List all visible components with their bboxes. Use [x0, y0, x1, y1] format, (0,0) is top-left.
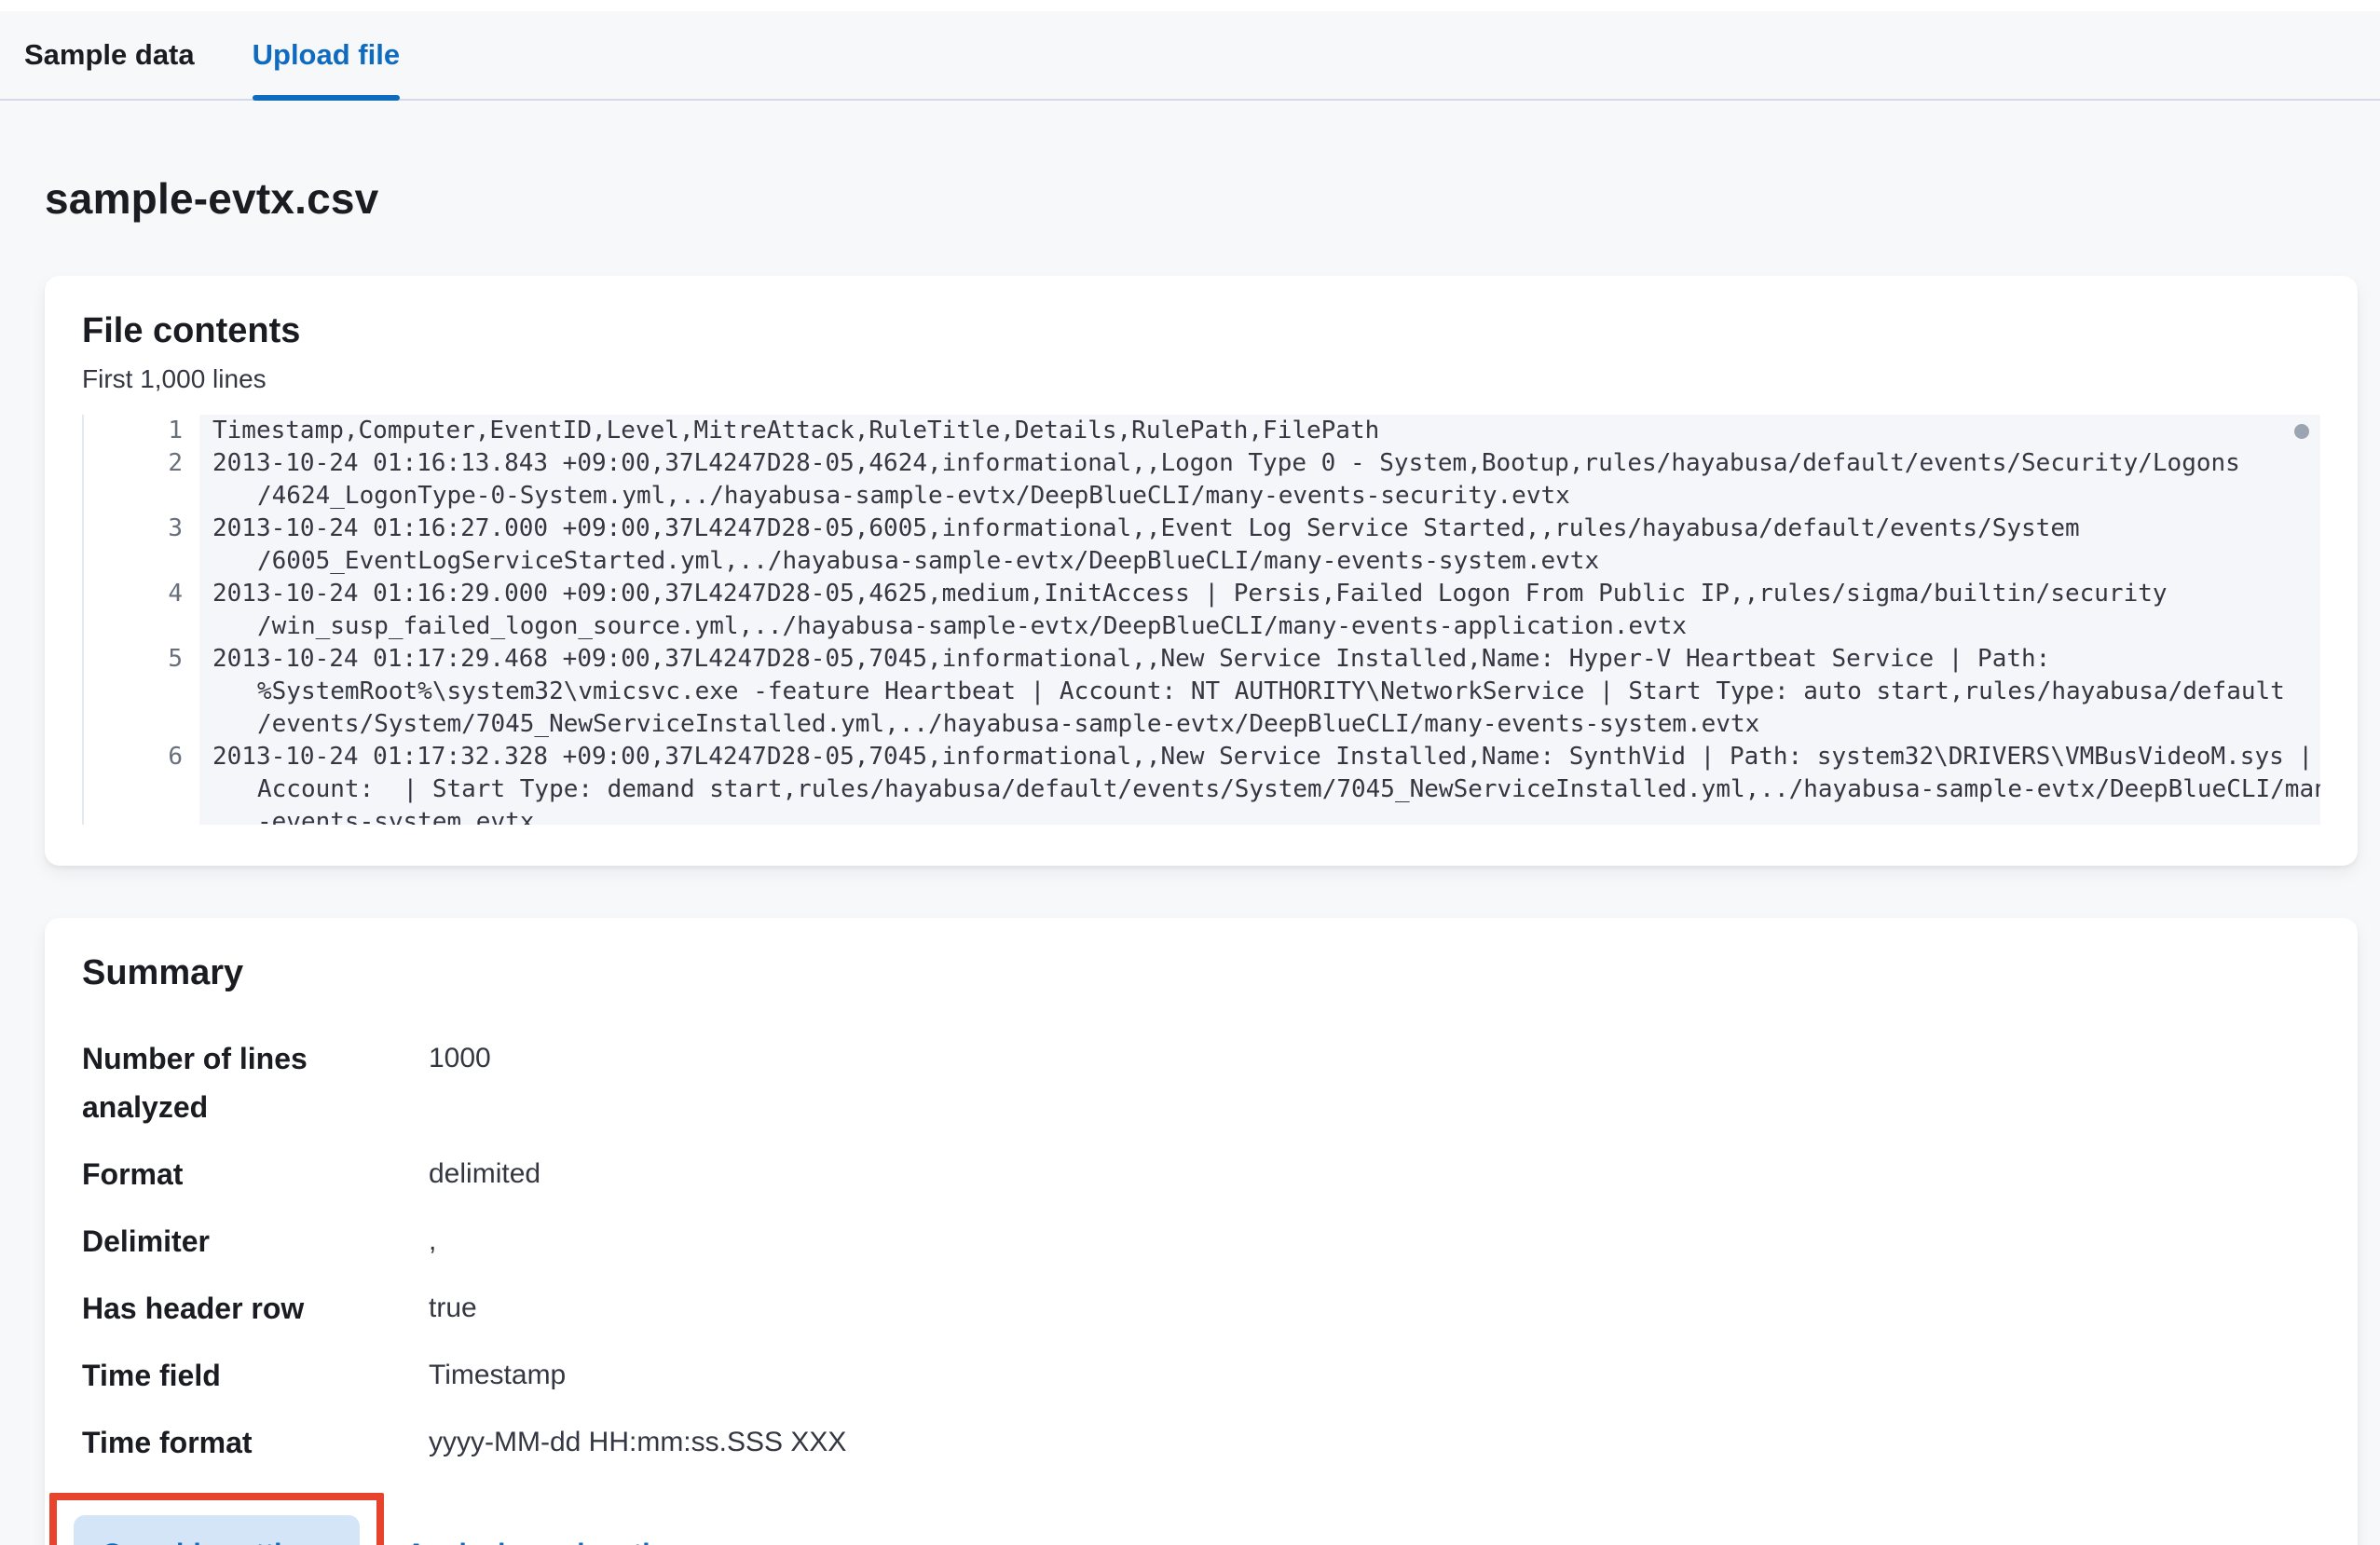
line-number: 6 — [84, 741, 199, 773]
code-text: /win_susp_failed_logon_source.yml,../hay… — [199, 610, 2320, 643]
line-number — [84, 676, 199, 708]
code-row: -events-system.evtx — [84, 806, 2320, 825]
summary-row-label: Time format — [82, 1418, 429, 1467]
code-text: 2013-10-24 01:17:32.328 +09:00,37L4247D2… — [199, 741, 2320, 773]
code-text: 2013-10-24 01:16:13.843 +09:00,37L4247D2… — [199, 447, 2320, 480]
code-row: 62013-10-24 01:17:32.328 +09:00,37L4247D… — [84, 741, 2320, 773]
code-row: /6005_EventLogServiceStarted.yml,../haya… — [84, 545, 2320, 578]
summary-row: Time formatyyyy-MM-dd HH:mm:ss.SSS XXX — [82, 1409, 2320, 1476]
code-row: Account: | Start Type: demand start,rule… — [84, 773, 2320, 806]
line-number: 1 — [84, 415, 199, 447]
tab-upload-file[interactable]: Upload file — [253, 11, 400, 99]
code-row: 52013-10-24 01:17:29.468 +09:00,37L4247D… — [84, 643, 2320, 676]
line-number: 3 — [84, 513, 199, 545]
code-text: Account: | Start Type: demand start,rule… — [199, 773, 2320, 806]
file-contents-heading: File contents — [82, 311, 2320, 351]
summary-heading: Summary — [82, 953, 2320, 993]
scrollbar-thumb[interactable] — [2294, 424, 2309, 439]
summary-row: Time fieldTimestamp — [82, 1342, 2320, 1409]
code-row: 32013-10-24 01:16:27.000 +09:00,37L4247D… — [84, 513, 2320, 545]
code-text: /events/System/7045_NewServiceInstalled.… — [199, 708, 2320, 741]
summary-row: Delimiter, — [82, 1208, 2320, 1275]
summary-row-label: Delimiter — [82, 1217, 429, 1265]
summary-row-value: Timestamp — [429, 1351, 2320, 1400]
code-text: %SystemRoot%\system32\vmicsvc.exe -featu… — [199, 676, 2320, 708]
page-title: sample-evtx.csv — [45, 173, 2358, 224]
top-strip — [0, 0, 2380, 11]
summary-row-value: yyyy-MM-dd HH:mm:ss.SSS XXX — [429, 1418, 2320, 1467]
file-contents-card: File contents First 1,000 lines 1Timesta… — [45, 276, 2358, 866]
line-number — [84, 545, 199, 578]
override-settings-button[interactable]: Override settings — [74, 1515, 360, 1545]
code-text: 2013-10-24 01:16:27.000 +09:00,37L4247D2… — [199, 513, 2320, 545]
summary-actions: Override settings Analysis explanation — [82, 1493, 2320, 1545]
line-number: 5 — [84, 643, 199, 676]
main-content: sample-evtx.csv File contents First 1,00… — [45, 173, 2358, 1545]
code-text: /6005_EventLogServiceStarted.yml,../haya… — [199, 545, 2320, 578]
line-number — [84, 610, 199, 643]
analysis-explanation-link[interactable]: Analysis explanation — [406, 1538, 684, 1545]
summary-row-value: true — [429, 1284, 2320, 1333]
line-number: 2 — [84, 447, 199, 480]
summary-row-value: delimited — [429, 1150, 2320, 1198]
code-text: -events-system.evtx — [199, 806, 2320, 825]
summary-card: Summary Number of lines analyzed1000Form… — [45, 918, 2358, 1545]
tab-sample-data-label: Sample data — [24, 38, 195, 72]
line-number — [84, 708, 199, 741]
summary-row: Number of lines analyzed1000 — [82, 1025, 2320, 1141]
code-row: 1Timestamp,Computer,EventID,Level,MitreA… — [84, 415, 2320, 447]
summary-row-value: 1000 — [429, 1034, 2320, 1131]
tab-upload-file-label: Upload file — [253, 38, 400, 72]
code-row: /win_susp_failed_logon_source.yml,../hay… — [84, 610, 2320, 643]
summary-row: Has header rowtrue — [82, 1275, 2320, 1342]
tab-bar: Sample data Upload file — [0, 11, 2380, 101]
summary-row-label: Has header row — [82, 1284, 429, 1333]
code-text: 2013-10-24 01:17:29.468 +09:00,37L4247D2… — [199, 643, 2320, 676]
code-row: /events/System/7045_NewServiceInstalled.… — [84, 708, 2320, 741]
line-number — [84, 480, 199, 513]
summary-row-label: Number of lines analyzed — [82, 1034, 429, 1131]
summary-row-label: Time field — [82, 1351, 429, 1400]
file-preview-codeblock[interactable]: 1Timestamp,Computer,EventID,Level,MitreA… — [82, 415, 2320, 825]
summary-row: Formatdelimited — [82, 1141, 2320, 1208]
code-text: /4624_LogonType-0-System.yml,../hayabusa… — [199, 480, 2320, 513]
code-rows: 1Timestamp,Computer,EventID,Level,MitreA… — [84, 415, 2320, 825]
annotation-highlight-box: Override settings — [49, 1493, 384, 1545]
summary-row-value: , — [429, 1217, 2320, 1265]
line-number — [84, 773, 199, 806]
line-number — [84, 806, 199, 825]
line-number: 4 — [84, 578, 199, 610]
code-text: Timestamp,Computer,EventID,Level,MitreAt… — [199, 415, 2320, 447]
summary-row-label: Format — [82, 1150, 429, 1198]
code-row: 22013-10-24 01:16:13.843 +09:00,37L4247D… — [84, 447, 2320, 480]
code-row: 42013-10-24 01:16:29.000 +09:00,37L4247D… — [84, 578, 2320, 610]
tab-sample-data[interactable]: Sample data — [24, 11, 195, 99]
code-row: %SystemRoot%\system32\vmicsvc.exe -featu… — [84, 676, 2320, 708]
code-text: 2013-10-24 01:16:29.000 +09:00,37L4247D2… — [199, 578, 2320, 610]
summary-rows: Number of lines analyzed1000Formatdelimi… — [82, 1025, 2320, 1476]
file-contents-subtitle: First 1,000 lines — [82, 364, 2320, 394]
code-row: /4624_LogonType-0-System.yml,../hayabusa… — [84, 480, 2320, 513]
